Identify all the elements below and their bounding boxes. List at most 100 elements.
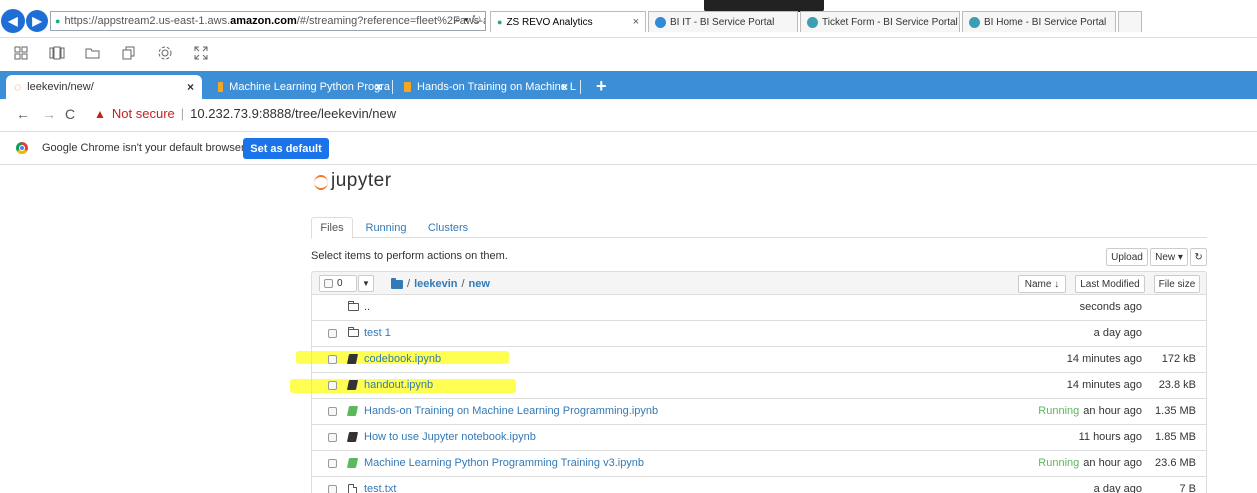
file-name-link[interactable]: codebook.ipynb: [364, 353, 441, 365]
file-row[interactable]: .. seconds ago: [311, 295, 1207, 321]
file-row[interactable]: handout.ipynb 14 minutes ago 23.8 kB: [311, 373, 1207, 399]
row-checkbox[interactable]: [328, 381, 337, 390]
tab-clusters[interactable]: Clusters: [419, 217, 477, 238]
chrome-tab-ml-python[interactable]: Machine Learning Python Progra ×: [210, 75, 390, 99]
file-size: 1.85 MB: [1155, 431, 1196, 443]
running-indicator: Running: [1038, 457, 1080, 469]
new-tab-button[interactable]: +: [596, 76, 607, 97]
sort-size-button[interactable]: File size: [1154, 275, 1200, 293]
close-icon[interactable]: ×: [561, 80, 568, 94]
forward-arrow-icon[interactable]: →: [42, 106, 56, 122]
windows-icon[interactable]: [48, 44, 66, 62]
notebook-tab-icon: [218, 82, 224, 92]
last-modified: 14 minutes ago: [1067, 379, 1142, 391]
ie-back-button[interactable]: ◀: [1, 9, 25, 33]
row-checkbox[interactable]: [328, 459, 337, 468]
file-name-link[interactable]: Hands-on Training on Machine Learning Pr…: [364, 405, 658, 417]
file-size: 7 B: [1179, 483, 1196, 493]
chrome-tab-hands-on[interactable]: Hands-on Training on Machine L ×: [396, 75, 576, 99]
new-dropdown-button[interactable]: New ▾: [1150, 248, 1188, 266]
last-modified: 14 minutes ago: [1067, 353, 1142, 365]
refresh-button[interactable]: ↻: [1190, 248, 1207, 266]
chrome-logo-icon: [16, 142, 28, 154]
breadcrumb-separator: /: [461, 278, 465, 290]
ie-address-bar[interactable]: ● https://appstream2.us-east-1.aws.amazo…: [50, 11, 486, 31]
file-name-link[interactable]: Machine Learning Python Programming Trai…: [364, 457, 644, 469]
close-icon[interactable]: ×: [633, 16, 639, 28]
ie-tab-bi-it[interactable]: BI IT - BI Service Portal: [648, 11, 798, 32]
jupyter-tab-icon: ◌: [14, 80, 22, 94]
close-icon[interactable]: ×: [187, 80, 194, 94]
ie-address-controls[interactable]: ⌕ ▾ ↻: [455, 14, 481, 27]
ie-forward-button[interactable]: ▶: [26, 10, 48, 32]
gear-icon[interactable]: [156, 44, 174, 62]
row-checkbox[interactable]: [328, 433, 337, 442]
notebook-icon: [346, 457, 359, 471]
folder-icon[interactable]: [84, 44, 102, 62]
back-arrow-icon[interactable]: ←: [16, 106, 30, 122]
jupyter-logo[interactable]: jupyter: [314, 170, 392, 192]
appstream-toolbar: [0, 38, 1257, 68]
ie-tab-zs-revo[interactable]: ● ZS REVO Analytics ×: [490, 11, 646, 32]
notebook-icon: [346, 379, 359, 393]
folder-icon: [348, 327, 359, 340]
chrome-omnibox[interactable]: ▲ Not secure | 10.232.73.9:8888/tree/lee…: [94, 106, 396, 121]
set-default-button[interactable]: Set as default: [243, 138, 329, 159]
refresh-icon: ↻: [1194, 251, 1203, 263]
file-name-link[interactable]: How to use Jupyter notebook.ipynb: [364, 431, 536, 443]
breadcrumb-new[interactable]: new: [469, 278, 490, 290]
row-checkbox[interactable]: [328, 329, 337, 338]
ie-tab-bi-home[interactable]: BI Home - BI Service Portal: [962, 11, 1116, 32]
ie-tab-ticket-form[interactable]: Ticket Form - BI Service Portal: [800, 11, 960, 32]
grid-icon[interactable]: [12, 44, 30, 62]
tab-files[interactable]: Files: [311, 217, 353, 239]
tab-running[interactable]: Running: [357, 217, 415, 238]
file-name-link[interactable]: ..: [364, 301, 370, 313]
file-row[interactable]: test.txt a day ago 7 B: [311, 477, 1207, 493]
ie-tab-label: ZS REVO Analytics: [506, 16, 593, 28]
fullscreen-icon[interactable]: [192, 44, 210, 62]
file-name-link[interactable]: test.txt: [364, 483, 396, 493]
selection-dropdown[interactable]: ▼: [358, 275, 374, 292]
file-row[interactable]: How to use Jupyter notebook.ipynb 11 hour…: [311, 425, 1207, 451]
modified-time: a day ago: [1093, 483, 1142, 493]
close-icon[interactable]: ×: [375, 80, 382, 94]
select-all-checkbox[interactable]: 0: [319, 275, 357, 292]
caret-down-icon: ▼: [362, 279, 370, 288]
file-list-header: 0 ▼ / leekevin / new Name ↓ Last Modifie…: [311, 271, 1207, 295]
portal-icon: [807, 16, 818, 28]
file-row[interactable]: Machine Learning Python Programming Trai…: [311, 451, 1207, 477]
warning-icon: ▲: [94, 106, 106, 121]
modified-time: 14 minutes ago: [1066, 353, 1142, 365]
file-name-link[interactable]: test 1: [364, 327, 391, 339]
tab-separator: [580, 80, 581, 94]
chrome-tab-leekevin[interactable]: ◌ leekevin/new/ ×: [6, 75, 202, 99]
file-row[interactable]: test 1 a day ago: [311, 321, 1207, 347]
modified-time: a day ago: [1093, 327, 1142, 339]
jupyter-logo-text: jupyter: [331, 170, 392, 191]
copy-icon[interactable]: [120, 44, 138, 62]
ie-new-tab[interactable]: [1118, 11, 1142, 32]
row-checkbox[interactable]: [328, 485, 337, 493]
modified-time: an hour ago: [1083, 405, 1142, 417]
file-row[interactable]: codebook.ipynb 14 minutes ago 172 kB: [311, 347, 1207, 373]
ie-tab-label: BI IT - BI Service Portal: [670, 16, 775, 28]
upload-button[interactable]: Upload: [1106, 248, 1148, 266]
reload-icon[interactable]: C: [65, 106, 75, 122]
file-name-link[interactable]: handout.ipynb: [364, 379, 433, 391]
row-checkbox[interactable]: [328, 355, 337, 364]
breadcrumb-leekevin[interactable]: leekevin: [414, 278, 457, 290]
modified-time: seconds ago: [1079, 301, 1142, 313]
file-row[interactable]: Hands-on Training on Machine Learning Pr…: [311, 399, 1207, 425]
folder-icon: [348, 301, 359, 314]
file-icon: [348, 483, 357, 493]
file-size: 1.35 MB: [1155, 405, 1196, 417]
breadcrumb: / leekevin / new: [391, 277, 490, 290]
last-modified: a day ago: [1094, 327, 1142, 339]
sort-name-button[interactable]: Name ↓: [1018, 275, 1066, 293]
notebook-icon: [346, 353, 359, 367]
folder-icon[interactable]: [391, 277, 403, 289]
row-checkbox[interactable]: [328, 407, 337, 416]
arrow-left-icon: ◀: [8, 14, 18, 28]
sort-modified-button[interactable]: Last Modified: [1075, 275, 1145, 293]
